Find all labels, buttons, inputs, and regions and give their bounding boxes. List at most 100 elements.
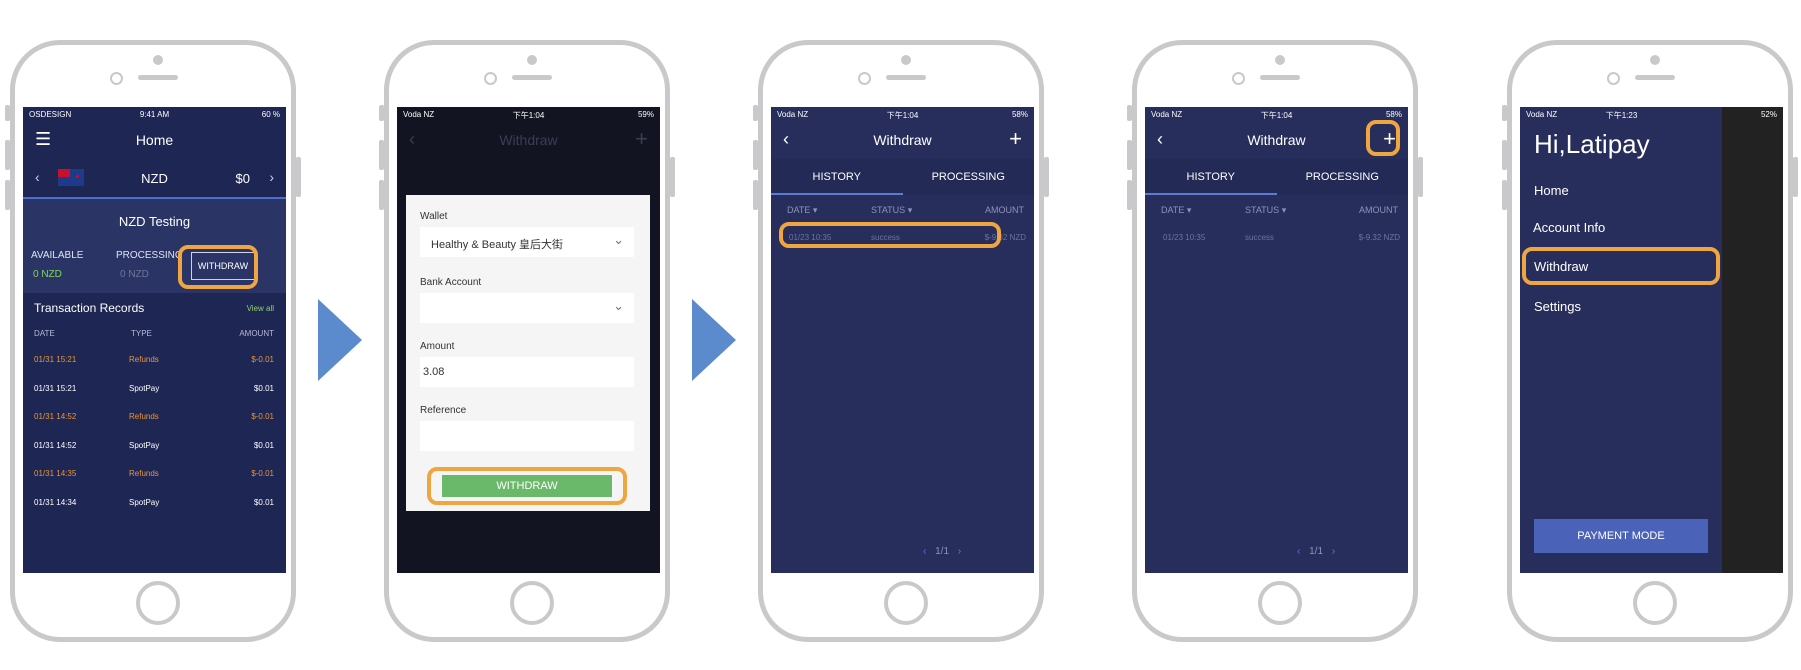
tab-processing[interactable]: PROCESSING (903, 159, 1035, 195)
speaker (1260, 75, 1300, 80)
record-date: 01/31 15:21 (34, 355, 77, 364)
status-bar: Voda NZ 下午1:04 58% (771, 107, 1034, 121)
record-type: SpotPay (129, 497, 160, 507)
camera-lens (110, 72, 123, 85)
mute-switch (379, 105, 384, 121)
camera (901, 55, 911, 65)
plus-icon: + (635, 126, 648, 151)
available-value: 0 NZD (33, 269, 62, 280)
list-item[interactable]: 01/31 14:52 SpotPay $0.01 (23, 441, 286, 461)
battery: 59% (637, 110, 654, 119)
volume-down (1502, 180, 1507, 210)
col-status-label: STATUS (871, 205, 906, 215)
available-label: AVAILABLE (31, 250, 84, 261)
next-page-icon[interactable]: › (958, 546, 961, 557)
menu-item-home[interactable]: Home (1534, 183, 1569, 198)
col-date[interactable]: DATE ▾ (1161, 205, 1191, 216)
col-date-label: DATE (1161, 205, 1185, 215)
camera-lens (484, 72, 497, 85)
clock: 9:41 AM (139, 110, 170, 119)
step-arrow (318, 299, 362, 381)
volume-down (379, 180, 384, 210)
home-button (884, 581, 928, 625)
status-bar: OSDESIGN 9:41 AM 60 % (23, 107, 286, 121)
speaker (138, 75, 178, 80)
col-status[interactable]: STATUS ▾ (1245, 205, 1286, 216)
record-type: Refunds (129, 469, 159, 478)
col-date-label: DATE (787, 205, 811, 215)
currency-selector[interactable]: ‹ NZD $0 › (23, 159, 286, 199)
bank-account-select[interactable]: ⌄ (420, 293, 634, 323)
volume-up (1127, 140, 1132, 170)
camera (1275, 55, 1285, 65)
row-status: success (1245, 233, 1274, 242)
amount-input[interactable]: 3.08 (420, 357, 634, 387)
amount-label: Amount (420, 341, 455, 352)
power-button (296, 157, 301, 197)
pagination: ‹ 1/1 › (1297, 546, 1335, 557)
phone-side-menu: Voda NZ 下午1:23 52% Hi,Latipay Home Accou… (1502, 40, 1798, 642)
next-page-icon[interactable]: › (1332, 546, 1335, 557)
power-button (1793, 157, 1798, 197)
row-date: 01/23 10:35 (1163, 233, 1206, 242)
bank-account-label: Bank Account (420, 277, 482, 288)
volume-up (1502, 140, 1507, 170)
status-bar: Voda NZ 下午1:23 52% (1520, 107, 1783, 121)
mute-switch (1127, 105, 1132, 121)
list-item[interactable]: 01/31 14:35 Refunds $-0.01 (23, 469, 286, 489)
camera-lens (858, 72, 871, 85)
power-button (1418, 157, 1423, 197)
tab-processing[interactable]: PROCESSING (1277, 159, 1409, 195)
chevron-right-icon[interactable]: › (269, 169, 274, 185)
home-button (1633, 581, 1677, 625)
amount-value: 3.08 (423, 366, 445, 378)
home-button (510, 581, 554, 625)
prev-page-icon[interactable]: ‹ (923, 546, 926, 557)
reference-input[interactable] (420, 421, 634, 451)
payment-mode-button[interactable]: PAYMENT MODE (1534, 519, 1708, 553)
reference-label: Reference (420, 405, 467, 416)
menu-item-settings[interactable]: Settings (1534, 299, 1581, 314)
chevron-down-icon: ⌄ (613, 298, 624, 313)
highlight-plus (1366, 120, 1400, 156)
caret-down-icon: ▾ (1186, 205, 1192, 215)
clock: 下午1:23 (1605, 111, 1638, 120)
processing-value: 0 NZD (120, 269, 149, 280)
tab-history[interactable]: HISTORY (1145, 159, 1277, 195)
record-date: 01/31 14:34 (34, 497, 77, 507)
record-amount: $-0.01 (251, 412, 274, 421)
plus-icon[interactable]: + (1009, 126, 1022, 152)
phone-withdraw-history: Voda NZ 下午1:04 58% ‹ Withdraw + HISTORY … (753, 40, 1049, 642)
col-status[interactable]: STATUS ▾ (871, 205, 912, 216)
camera-lens (1232, 72, 1245, 85)
highlight-history-row (779, 222, 1001, 248)
speaker (1635, 75, 1675, 80)
view-all-link[interactable]: View all (247, 304, 274, 313)
list-item[interactable]: 01/31 14:52 Refunds $-0.01 (23, 412, 286, 432)
processing-label: PROCESSING (116, 250, 183, 261)
caret-down-icon: ▾ (1281, 205, 1287, 215)
wallet-select[interactable]: Healthy & Beauty 皇后大街 ⌄ (420, 227, 634, 257)
tab-history[interactable]: HISTORY (771, 159, 903, 195)
prev-page-icon[interactable]: ‹ (1297, 546, 1300, 557)
tab-indicator (771, 193, 903, 195)
list-item[interactable]: 01/31 15:21 Refunds $-0.01 (23, 355, 286, 375)
highlight-withdraw (178, 245, 258, 289)
speaker (512, 75, 552, 80)
record-amount: $0.01 (253, 497, 274, 507)
greeting: Hi,Latipay (1534, 129, 1650, 159)
wallet-label: Wallet (420, 211, 448, 222)
menu-item-account-info[interactable]: Account Info (1533, 220, 1605, 235)
record-type: Refunds (129, 412, 159, 421)
screen-withdraw-add: Voda NZ 下午1:04 58% ‹ Withdraw + HISTORY … (1145, 107, 1408, 573)
col-date[interactable]: DATE ▾ (787, 205, 817, 216)
list-item[interactable]: 01/31 14:34 SpotPay $0.01 (23, 498, 286, 518)
caret-down-icon: ▾ (812, 205, 818, 215)
list-item[interactable]: 01/31 15:21 SpotPay $0.01 (23, 384, 286, 404)
record-type: SpotPay (129, 383, 160, 393)
battery: 58% (1011, 110, 1028, 119)
power-button (670, 157, 675, 197)
withdraw-dialog: Wallet Healthy & Beauty 皇后大街 ⌄ Bank Acco… (406, 195, 650, 511)
speaker (886, 75, 926, 80)
volume-down (5, 180, 10, 210)
